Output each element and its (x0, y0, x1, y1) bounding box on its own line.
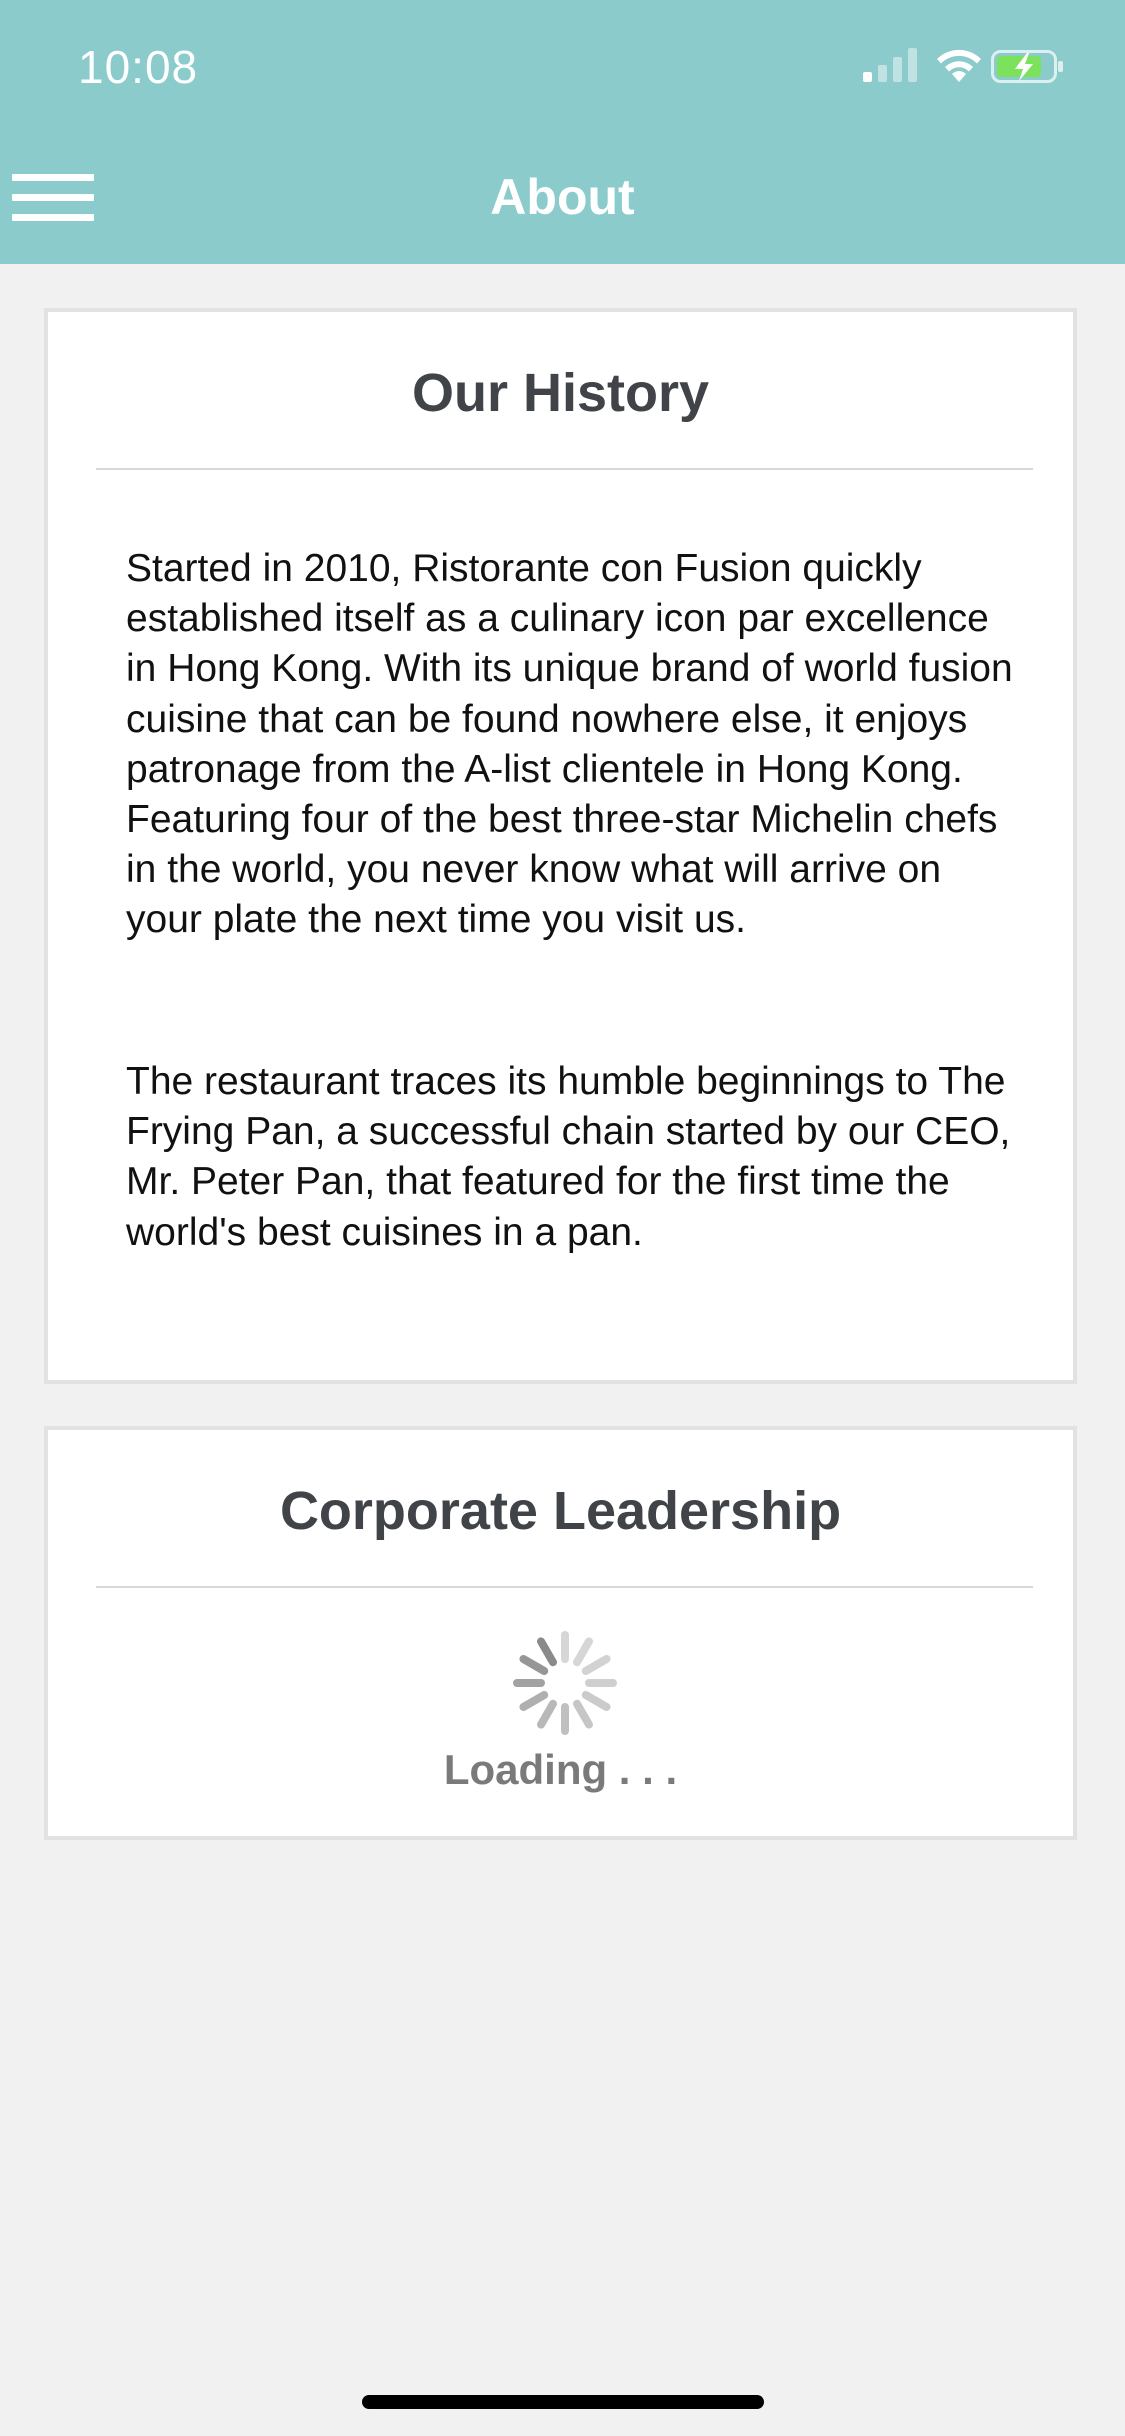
home-indicator[interactable] (362, 2395, 764, 2409)
loading-text: Loading . . . (443, 1746, 678, 1793)
history-card-title: Our History (411, 363, 710, 423)
about-screen: 10:08 About Our History Started in 2010,… (0, 0, 1125, 2436)
wifi-icon (937, 49, 981, 82)
status-time: 10:08 (78, 41, 199, 93)
history-paragraph-1: Started in 2010, Ristorante con Fusion q… (126, 547, 1013, 942)
cellular-signal-icon (863, 48, 917, 82)
history-paragraph-2: The restaurant traces its humble beginni… (126, 1060, 1011, 1254)
loading-spinner-icon (513, 1631, 617, 1735)
battery-charging-icon (991, 50, 1063, 83)
divider (96, 1586, 1033, 1588)
page-title: About (490, 169, 635, 225)
divider (96, 468, 1033, 470)
nav-bar: About (0, 132, 1125, 264)
header: 10:08 About (0, 0, 1125, 264)
status-bar: 10:08 (0, 0, 1125, 132)
status-icons (863, 48, 1083, 88)
history-card: Our History Started in 2010, Ristorante … (44, 308, 1077, 1384)
leadership-card: Corporate Leadership Loading . . . (44, 1426, 1077, 1840)
leadership-card-title: Corporate Leadership (279, 1481, 842, 1541)
